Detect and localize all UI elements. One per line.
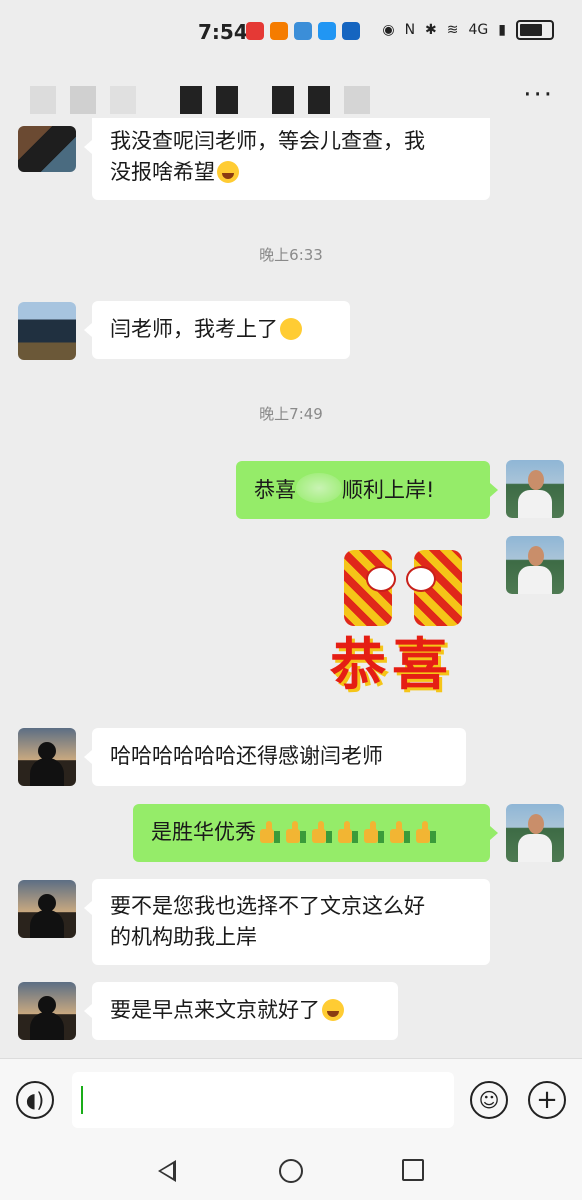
- avatar[interactable]: [18, 880, 76, 938]
- message-bubble[interactable]: 哈哈哈哈哈哈还得感谢闫老师: [84, 728, 466, 786]
- text-caret: [81, 1086, 83, 1114]
- grinning-emoji-icon: [280, 318, 302, 340]
- chat-title-obscured: [30, 86, 370, 114]
- thumbs-up-emoji-icon: [258, 821, 282, 843]
- voice-icon[interactable]: ◖): [16, 1081, 54, 1119]
- message-text: 恭喜: [254, 478, 296, 502]
- app-icon: [342, 22, 360, 40]
- bluetooth-icon: ✱: [425, 22, 437, 38]
- thumbs-up-emoji-icon: [310, 821, 334, 843]
- message-text: 闫老师，我考上了: [110, 317, 278, 341]
- message-bubble[interactable]: 要是早点来文京就好了: [84, 982, 398, 1040]
- back-icon[interactable]: [158, 1160, 176, 1182]
- thumbs-up-emoji-icon: [388, 821, 412, 843]
- message-input[interactable]: [72, 1072, 454, 1128]
- nfc-icon: N: [404, 22, 416, 38]
- avatar[interactable]: [18, 728, 76, 786]
- eye-icon: ◉: [382, 22, 395, 38]
- message-bubble[interactable]: 我没查呢闫老师，等会儿查查，我 没报啥希望: [84, 118, 490, 200]
- avatar[interactable]: [18, 126, 76, 172]
- message-bubble-self[interactable]: 是胜华优秀: [133, 804, 498, 862]
- system-icons: ◉ N ✱ ≋ 4G ▮: [382, 20, 554, 40]
- message-bubble-self[interactable]: 恭喜 顺利上岸!: [236, 461, 498, 519]
- wifi-icon: ≋: [446, 22, 459, 38]
- laughing-emoji-icon: [322, 999, 344, 1021]
- message-text: 的机构助我上岸: [110, 925, 257, 949]
- timestamp: 晚上6:33: [259, 246, 323, 264]
- message-text: 我没查呢闫老师，等会儿查查，我: [110, 129, 425, 153]
- home-icon[interactable]: [279, 1159, 303, 1183]
- obscured-text: [296, 473, 342, 503]
- more-options-button[interactable]: ···: [523, 80, 554, 110]
- emoji-icon[interactable]: ☺: [470, 1081, 508, 1119]
- message-text: 哈哈哈哈哈哈还得感谢闫老师: [110, 744, 383, 768]
- app-icon: [318, 22, 336, 40]
- laughing-emoji-icon: [217, 161, 239, 183]
- status-time: 7:54: [198, 20, 248, 44]
- sticker-text: 恭喜: [330, 632, 454, 698]
- thumbs-up-emoji-icon: [336, 821, 360, 843]
- thumbs-up-emoji-icon: [284, 821, 308, 843]
- app-notification-icon: [246, 22, 264, 40]
- message-text: 顺利上岸!: [342, 478, 435, 502]
- plus-icon[interactable]: +: [528, 1081, 566, 1119]
- message-bubble[interactable]: 闫老师，我考上了: [84, 301, 350, 359]
- network-type: 4G: [468, 22, 489, 38]
- avatar[interactable]: [18, 982, 76, 1040]
- weibo-icon: [270, 22, 288, 40]
- thumbs-up-emoji-icon: [414, 821, 438, 843]
- avatar-self[interactable]: [506, 804, 564, 862]
- message-text: 没报啥希望: [110, 160, 215, 184]
- status-bar: 7:54 ◉ N ✱ ≋ 4G ▮: [0, 0, 582, 68]
- notification-icons: [246, 22, 360, 40]
- battery-icon: [516, 20, 554, 40]
- message-bubble[interactable]: 要不是您我也选择不了文京这么好 的机构助我上岸: [84, 879, 490, 965]
- message-input-bar: ◖) ☺ +: [0, 1058, 582, 1143]
- thumbs-up-emoji-icon: [362, 821, 386, 843]
- message-text: 要不是您我也选择不了文京这么好: [110, 894, 425, 918]
- message-icon: [294, 22, 312, 40]
- recent-apps-icon[interactable]: [402, 1159, 424, 1181]
- message-text: 是胜华优秀: [151, 820, 256, 844]
- avatar-self[interactable]: [506, 460, 564, 518]
- timestamp: 晚上7:49: [259, 405, 323, 423]
- congratulations-sticker[interactable]: 恭喜: [326, 538, 486, 706]
- message-text: 要是早点来文京就好了: [110, 998, 320, 1022]
- avatar[interactable]: [18, 302, 76, 360]
- system-navigation-bar: [0, 1142, 582, 1200]
- signal-icon: ▮: [498, 22, 506, 38]
- avatar-self[interactable]: [506, 536, 564, 594]
